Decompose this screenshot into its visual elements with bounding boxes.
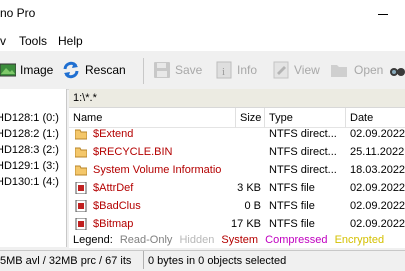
menu-bar: v Tools Help bbox=[0, 30, 405, 51]
volume-label: HD130:1 (4:) bbox=[0, 176, 59, 188]
window-title: no Pro bbox=[0, 6, 36, 20]
volume-item[interactable]: HD130:1 (4:) bbox=[0, 174, 63, 190]
info-button[interactable]: i Info bbox=[215, 57, 257, 83]
file-type: NTFS file bbox=[269, 200, 315, 212]
table-row[interactable]: $BadClus 0 B NTFS file 02.09.2022 bbox=[69, 197, 405, 215]
file-date: 25.11.2022 bbox=[350, 146, 405, 158]
status-memory: 5MB avl / 32MB prc / 67 its bbox=[0, 251, 144, 269]
file-icon bbox=[75, 200, 87, 212]
folder-icon bbox=[75, 129, 87, 140]
view-button[interactable]: View bbox=[272, 57, 320, 83]
file-type: NTFS file bbox=[269, 218, 315, 230]
file-icon bbox=[75, 182, 87, 194]
volume-label: HD129:1 (3:) bbox=[0, 160, 59, 172]
legend-system: System bbox=[221, 234, 259, 246]
file-type: NTFS direct... bbox=[269, 128, 337, 140]
legend-encrypted: Encrypted bbox=[334, 234, 385, 246]
info-icon: i bbox=[216, 61, 232, 79]
volume-item[interactable]: HD128:1 (0:) bbox=[0, 110, 63, 126]
legend-hidden: Hidden bbox=[179, 234, 215, 246]
folder-icon bbox=[75, 147, 87, 158]
legend-compressed: Compressed bbox=[265, 234, 328, 246]
menu-view[interactable]: v bbox=[0, 34, 6, 48]
file-name: $BadClus bbox=[93, 200, 141, 212]
minimize-icon[interactable] bbox=[378, 14, 388, 15]
file-name: $RECYCLE.BIN bbox=[93, 146, 173, 158]
folder-icon bbox=[75, 165, 87, 176]
volume-item[interactable]: HD128:3 (2:) bbox=[0, 142, 63, 158]
open-folder-icon bbox=[331, 65, 347, 77]
table-row[interactable]: $Bitmap 17 KB NTFS file 02.09.2022 bbox=[69, 215, 405, 233]
file-type: NTFS file bbox=[269, 182, 315, 194]
column-name-label: Name bbox=[73, 112, 103, 124]
volume-label: HD128:2 (1:) bbox=[0, 128, 59, 140]
rescan-button[interactable]: Rescan bbox=[61, 57, 126, 83]
table-row[interactable]: System Volume Information NTFS direct...… bbox=[69, 161, 405, 179]
view-label: View bbox=[294, 63, 320, 77]
legend-label: Legend: bbox=[73, 234, 113, 246]
legend-readonly: Read-Only bbox=[119, 234, 173, 246]
toolbar-separator bbox=[143, 58, 144, 84]
file-name: $Extend bbox=[93, 128, 134, 140]
file-icon bbox=[75, 218, 87, 230]
file-name: $AttrDef bbox=[93, 182, 134, 194]
status-bar: 5MB avl / 32MB prc / 67 its 0 bytes in 0… bbox=[0, 250, 405, 271]
file-date: 02.09.2022 bbox=[350, 182, 405, 194]
save-button[interactable]: Save bbox=[153, 57, 202, 83]
legend: Legend: Read-Only Hidden System Compress… bbox=[69, 232, 405, 248]
file-size: 3 KB bbox=[237, 182, 261, 194]
column-date-label: Date bbox=[350, 112, 374, 124]
volume-item[interactable]: HD128:2 (1:) bbox=[0, 126, 63, 142]
info-label: Info bbox=[237, 63, 258, 77]
rescan-icon bbox=[63, 61, 79, 79]
column-type-label: Type bbox=[269, 112, 293, 124]
file-date: 02.09.2022 bbox=[350, 200, 405, 212]
binoculars-icon bbox=[390, 68, 405, 76]
image-icon bbox=[0, 63, 16, 77]
file-date: 02.09.2022 bbox=[350, 128, 405, 140]
file-type: NTFS direct... bbox=[269, 164, 337, 176]
file-name: System Volume Information bbox=[93, 164, 221, 176]
save-icon bbox=[154, 62, 170, 78]
rescan-label: Rescan bbox=[85, 63, 126, 77]
menu-tools[interactable]: Tools bbox=[19, 34, 47, 48]
image-button[interactable]: Image bbox=[0, 57, 53, 83]
svg-text:i: i bbox=[222, 66, 225, 78]
volume-item[interactable]: HD129:1 (3:) bbox=[0, 158, 63, 174]
column-size-label: Size bbox=[240, 112, 262, 124]
table-row[interactable]: $RECYCLE.BIN NTFS direct... 25.11.2022 bbox=[69, 143, 405, 161]
open-label: Open bbox=[354, 63, 384, 77]
title-bar: no Pro bbox=[0, 0, 405, 30]
view-icon bbox=[273, 61, 289, 79]
file-size: 17 KB bbox=[231, 218, 261, 230]
file-date: 18.03.2022 bbox=[350, 164, 405, 176]
search-button[interactable] bbox=[389, 57, 405, 83]
image-label: Image bbox=[20, 63, 54, 77]
path-bar: 1:\*.* bbox=[69, 89, 405, 108]
current-path: 1:\*.* bbox=[73, 92, 97, 104]
file-date: 02.09.2022 bbox=[350, 218, 405, 230]
volume-label: HD128:1 (0:) bbox=[0, 112, 59, 124]
table-row[interactable]: $AttrDef 3 KB NTFS file 02.09.2022 bbox=[69, 179, 405, 197]
save-label: Save bbox=[175, 63, 203, 77]
file-type: NTFS direct... bbox=[269, 146, 337, 158]
file-size: 0 B bbox=[244, 200, 261, 212]
status-selection: 0 bytes in 0 objects selected bbox=[148, 255, 287, 267]
volume-label: HD128:3 (2:) bbox=[0, 144, 59, 156]
menu-help[interactable]: Help bbox=[58, 34, 83, 48]
table-row[interactable]: $Extend NTFS direct... 02.09.2022 bbox=[69, 125, 405, 143]
file-name: $Bitmap bbox=[93, 218, 134, 230]
open-button[interactable]: Open bbox=[330, 57, 383, 83]
